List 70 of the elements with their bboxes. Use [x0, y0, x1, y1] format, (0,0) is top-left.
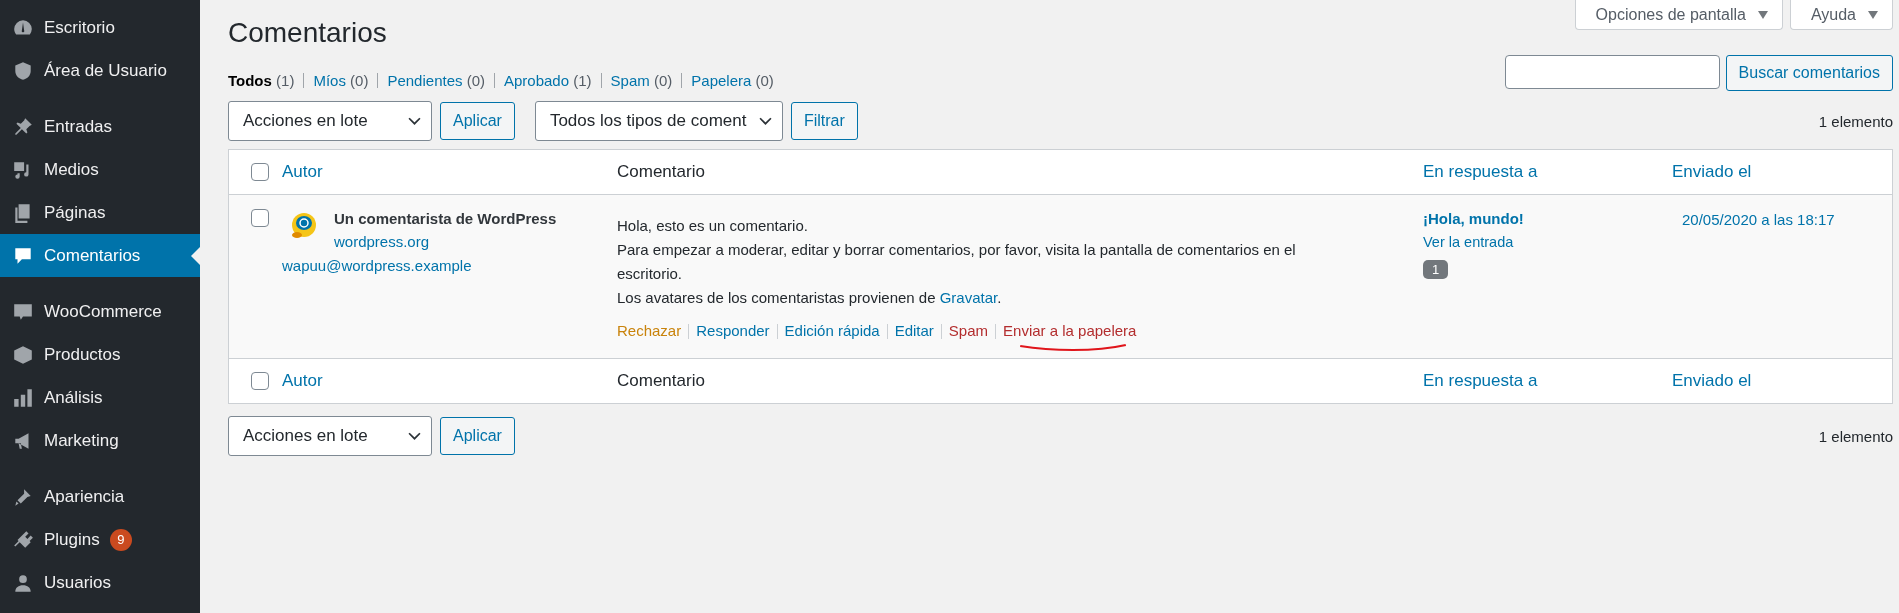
comment-count-bubble[interactable]: 1 — [1423, 260, 1449, 279]
sidebar-item[interactable]: Apariencia — [0, 475, 200, 518]
column-header[interactable]: Enviado el — [1672, 162, 1752, 181]
row-action-link[interactable]: Enviar a la papelera — [1003, 322, 1137, 341]
author-email-link[interactable]: wapuu@wordpress.example — [282, 254, 557, 278]
shield-icon — [12, 59, 34, 82]
column-header: Comentario — [617, 162, 705, 181]
item-count: 1 elemento — [1818, 112, 1893, 130]
sidebar-item[interactable]: Comentarios — [0, 234, 200, 277]
column-header[interactable]: Enviado el — [1672, 371, 1752, 390]
status-filter-link[interactable]: Papelera (0) — [691, 72, 774, 89]
box-icon — [12, 343, 34, 366]
author-url-link[interactable]: wordpress.org — [334, 230, 557, 254]
chevron-down-icon — [758, 116, 772, 126]
bar-chart-icon — [12, 386, 34, 409]
comment-type-dropdown[interactable]: Todos los tipos de coment — [534, 101, 783, 141]
sidebar-item[interactable]: Área de Usuario — [0, 49, 200, 92]
row-checkbox[interactable] — [251, 209, 269, 227]
gravatar-link[interactable]: Gravatar — [939, 289, 998, 306]
submitted-date-link[interactable]: 20/05/2020 a las 18:17 — [1682, 211, 1835, 228]
sidebar-item[interactable]: Escritorio — [0, 6, 200, 49]
sidebar-item[interactable]: Entradas — [0, 105, 200, 148]
column-header: Comentario — [617, 371, 705, 390]
sidebar-item[interactable]: Análisis — [0, 376, 200, 419]
sidebar-item[interactable]: Marketing — [0, 419, 200, 462]
sidebar-item[interactable]: Páginas — [0, 191, 200, 234]
select-all-checkbox[interactable] — [251, 372, 269, 390]
page-title: Comentarios — [228, 16, 387, 50]
status-filter-link[interactable]: Spam (0) — [610, 72, 673, 89]
screen-meta-tab[interactable]: Opciones de pantalla — [1574, 0, 1783, 30]
sidebar-item[interactable]: WooCommerce — [0, 290, 200, 333]
caret-down-icon — [1757, 10, 1768, 19]
author-name: Un comentarista de WordPress — [334, 209, 557, 229]
column-header[interactable]: En respuesta a — [1423, 371, 1538, 390]
status-filter-link[interactable]: Pendientes (0) — [387, 72, 485, 89]
update-count-badge: 9 — [109, 528, 132, 551]
row-action-link[interactable]: Spam — [948, 322, 989, 341]
sidebar-item[interactable]: Medios — [0, 148, 200, 191]
status-filter-link[interactable]: Todos (1) — [228, 72, 295, 89]
search-field[interactable] — [1504, 55, 1720, 89]
column-header[interactable]: En respuesta a — [1423, 162, 1538, 181]
sidebar-item[interactable]: Usuarios — [0, 561, 200, 604]
apply-button[interactable]: Aplicar — [440, 417, 515, 455]
bulk-actions-dropdown[interactable]: Acciones en lote — [228, 101, 432, 141]
post-title-link[interactable]: ¡Hola, mundo! — [1423, 208, 1672, 230]
pin-icon — [12, 115, 34, 138]
row-action-link[interactable]: Edición rápida — [784, 322, 880, 341]
column-header[interactable]: Autor — [282, 371, 323, 390]
comment-text: Para empezar a moderar, editar y borrar comentarios, por favor, visita la pantalla de comentarios en el escritorio. — [617, 240, 1297, 284]
filter-button[interactable]: Filtrar — [790, 102, 858, 140]
sidebar-item[interactable]: Productos — [0, 333, 200, 376]
view-post-link[interactable]: Ver la entrada — [1423, 230, 1672, 254]
search-button[interactable]: Buscar comentarios — [1725, 55, 1893, 91]
status-filter-link[interactable]: Míos (0) — [313, 72, 369, 89]
row-action-link[interactable]: Editar — [894, 322, 934, 341]
status-filter-link[interactable]: Aprobado (1) — [504, 72, 592, 89]
chevron-down-icon — [408, 116, 421, 126]
sidebar-item[interactable]: Plugins 9 — [0, 518, 200, 561]
comment-text: Hola, esto es un comentario. — [617, 216, 809, 236]
bulk-actions-dropdown[interactable]: Acciones en lote — [228, 416, 432, 456]
select-all-checkbox[interactable] — [251, 163, 269, 181]
caret-down-icon — [1868, 10, 1878, 19]
current-page-notch — [191, 247, 200, 265]
chevron-down-icon — [408, 431, 421, 441]
column-header[interactable]: Autor — [282, 162, 323, 181]
apply-button[interactable]: Aplicar — [440, 102, 515, 140]
screen-meta-tab[interactable]: Ayuda — [1789, 0, 1893, 30]
item-count: 1 elemento — [1818, 427, 1893, 445]
comment-text: Los avatares de los comentaristas provienen de Gravatar. — [617, 288, 1003, 308]
row-action-link[interactable]: Responder — [696, 322, 770, 341]
